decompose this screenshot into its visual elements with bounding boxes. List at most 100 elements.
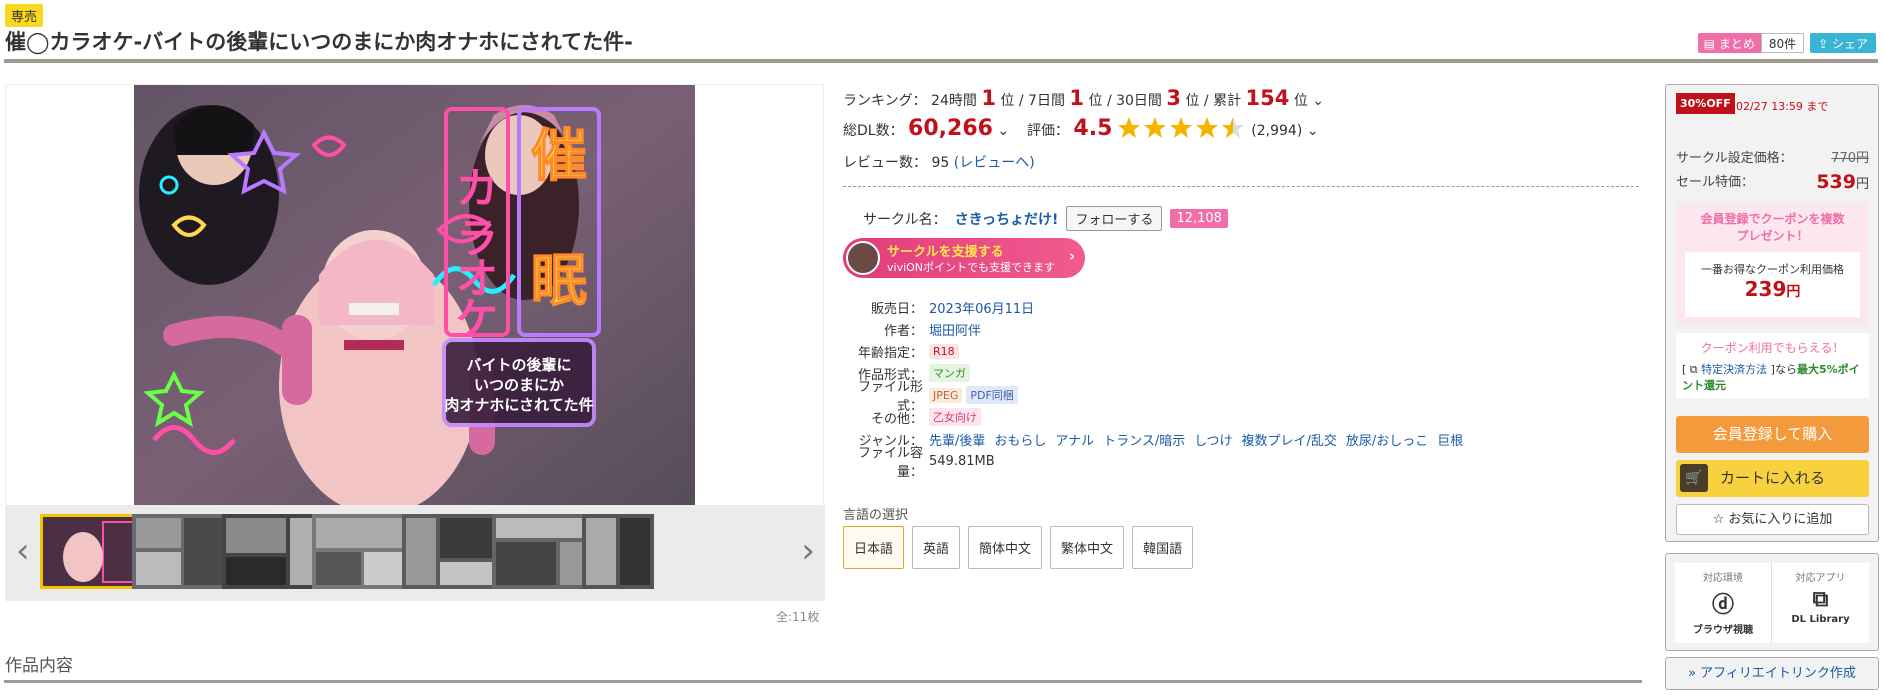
purchase-box: 30%OFF 02/27 13:59 まで サークル設定価格： 770円 セール… bbox=[1665, 84, 1879, 542]
ranking-row: ランキング： 24時間 1 位 / 7日間 1 位 / 30日間 3 位 / 累… bbox=[843, 86, 1325, 110]
discount-until: 02/27 13:59 まで bbox=[1736, 100, 1829, 113]
dl-library-icon: ⧉ bbox=[1812, 587, 1829, 612]
file-type-tag[interactable]: JPEG bbox=[929, 387, 963, 403]
thumbnail[interactable] bbox=[402, 514, 503, 589]
point-promo: クーポン利用でもらえる！ [ ⧉ 特定決済方法 ]なら最大5%ポイント還元 bbox=[1676, 333, 1869, 398]
thumbnail[interactable] bbox=[222, 514, 323, 589]
register-and-buy-button[interactable]: 会員登録して購入 bbox=[1676, 416, 1869, 453]
circle-row: サークル名： さきっちょだけ! フォローする 12,108 bbox=[863, 206, 1228, 231]
cart-icon: 🛒 bbox=[1680, 464, 1708, 492]
spec-row: 作者： 堀田阿伴 bbox=[843, 318, 1472, 340]
image-gallery: カ ラ オ ケ 催 眠 バイトの後輩に いつのまにか 肉オナホにされてた件 ‹ bbox=[5, 84, 825, 601]
header-tools: ▤ まとめ 80件 ⇪ シェア bbox=[1697, 33, 1876, 53]
supported-environment-box: 対応環境 ⓓ ブラウザ視聴 対応アプリ ⧉ DL Library bbox=[1665, 553, 1879, 651]
genre-link[interactable]: 巨根 bbox=[1437, 430, 1463, 449]
genre-link[interactable]: アナル bbox=[1055, 430, 1094, 449]
spec-row: その他： 乙女向け bbox=[843, 406, 1472, 428]
browser-viewer[interactable]: 対応環境 ⓓ ブラウザ視聴 bbox=[1675, 563, 1772, 643]
chevron-down-icon[interactable]: ⌄ bbox=[1312, 93, 1324, 109]
circle-name-link[interactable]: さきっちょだけ! bbox=[955, 209, 1059, 229]
rating-count: (2,994) bbox=[1251, 123, 1303, 139]
cover-kana-1: カ bbox=[456, 164, 498, 213]
age-tag[interactable]: R18 bbox=[929, 343, 959, 359]
chevron-down-icon[interactable]: ⌄ bbox=[1307, 123, 1319, 139]
language-option-ja[interactable]: 日本語 bbox=[843, 526, 905, 569]
rating-stars bbox=[1117, 117, 1244, 138]
rank-total: 154 bbox=[1245, 86, 1290, 110]
external-link-icon: ⧉ bbox=[1689, 363, 1702, 376]
rating-value: 4.5 bbox=[1073, 116, 1113, 141]
genre-link[interactable]: トランス/暗示 bbox=[1103, 430, 1185, 449]
spec-row: ファイル形式： JPEG PDF同梱 bbox=[843, 380, 1472, 414]
browser-viewer-icon: ⓓ bbox=[1711, 593, 1734, 618]
author-link[interactable]: 堀田阿伴 bbox=[929, 320, 981, 339]
genre-link[interactable]: おもらし bbox=[994, 430, 1046, 449]
chevron-right-icon[interactable]: › bbox=[801, 531, 815, 571]
genre-link[interactable]: 先輩/後輩 bbox=[929, 430, 985, 449]
dashed-divider bbox=[843, 186, 1639, 187]
spec-row: 作品形式： マンガ bbox=[843, 362, 1472, 384]
spec-row: 販売日： 2023年06月11日 bbox=[843, 296, 1472, 318]
spec-row: ジャンル： 先輩/後輩 おもらし アナル トランス/暗示 しつけ 複数プレイ/乱… bbox=[843, 428, 1472, 450]
sale-price: 539 bbox=[1816, 171, 1856, 193]
payment-method-link[interactable]: 特定決済方法 bbox=[1701, 363, 1767, 376]
thumbnail[interactable] bbox=[312, 514, 413, 589]
rank-24h: 1 bbox=[981, 86, 996, 110]
follow-button[interactable]: フォローする bbox=[1066, 206, 1163, 231]
language-option-en[interactable]: 英語 bbox=[912, 526, 961, 569]
section-title: 作品内容 bbox=[5, 656, 73, 676]
star-icon: ☆ bbox=[1712, 512, 1729, 527]
review-link[interactable]: (レビューへ) bbox=[954, 155, 1035, 171]
page-title: 催◯カラオケ-バイトの後輩にいつのまにか肉オナホにされてた件- bbox=[5, 30, 633, 54]
chevron-left-icon[interactable]: ‹ bbox=[16, 531, 30, 571]
list-price: 770円 bbox=[1831, 151, 1869, 166]
matome-button[interactable]: ▤ まとめ 80件 bbox=[1697, 33, 1805, 53]
affiliate-link-button[interactable]: » アフィリエイトリンク作成 bbox=[1665, 657, 1879, 690]
support-circle-banner[interactable]: サークルを支援する viviONポイントでも支援できます › bbox=[843, 238, 1085, 278]
sale-price-row: セール特価： 539円 bbox=[1676, 171, 1869, 193]
matome-label: ▤ まとめ bbox=[1697, 33, 1761, 53]
language-title: 言語の選択 bbox=[843, 508, 909, 523]
genre-link[interactable]: 放尿/おしっこ bbox=[1346, 430, 1428, 449]
spec-row: ファイル容量： 549.81MB bbox=[857, 446, 995, 480]
thumbnail-strip: ‹ › bbox=[6, 505, 825, 600]
genre-link[interactable]: 複数プレイ/乱交 bbox=[1242, 430, 1337, 449]
image-count: 全:11枚 bbox=[776, 610, 820, 624]
svg-text:いつのまにか: いつのまにか bbox=[474, 376, 564, 394]
thumbnail[interactable] bbox=[40, 514, 141, 589]
format-tag[interactable]: マンガ bbox=[929, 364, 970, 382]
add-to-favorites-button[interactable]: ☆ お気に入りに追加 bbox=[1676, 504, 1869, 535]
cover-illustration: カ ラ オ ケ 催 眠 バイトの後輩に いつのまにか 肉オナホにされてた件 bbox=[134, 85, 695, 505]
dl-library-app[interactable]: 対応アプリ ⧉ DL Library bbox=[1772, 563, 1869, 643]
other-tag[interactable]: 乙女向け bbox=[929, 408, 981, 426]
coupon-price: 239 bbox=[1744, 277, 1787, 301]
svg-text:眠: 眠 bbox=[531, 249, 587, 314]
review-row: レビュー数： 95 (レビューへ) bbox=[843, 155, 1035, 171]
thumbnail[interactable] bbox=[582, 514, 654, 589]
release-date-link[interactable]: 2023年06月11日 bbox=[929, 298, 1034, 317]
discount-badge: 30%OFF bbox=[1676, 93, 1735, 114]
svg-text:ケ: ケ bbox=[456, 294, 498, 343]
add-to-cart-button[interactable]: 🛒 カートに入れる bbox=[1676, 460, 1869, 497]
file-type-tag[interactable]: PDF同梱 bbox=[966, 386, 1018, 404]
file-size: 549.81MB bbox=[929, 453, 995, 469]
thumbnail[interactable] bbox=[132, 514, 233, 589]
language-selector: 日本語 英語 簡体中文 繁体中文 韓国語 bbox=[843, 526, 1194, 569]
svg-text:肉オナホにされてた件: 肉オナホにされてた件 bbox=[444, 396, 593, 414]
chevron-down-icon[interactable]: ⌄ bbox=[997, 123, 1009, 139]
main-cover-image[interactable]: カ ラ オ ケ 催 眠 バイトの後輩に いつのまにか 肉オナホにされてた件 bbox=[134, 85, 695, 505]
thumbnail[interactable] bbox=[492, 514, 593, 589]
genre-link[interactable]: しつけ bbox=[1194, 430, 1232, 449]
dl-rating-row: 総DL数： 60,266 ⌄ 評価： 4.5 (2,994) ⌄ bbox=[843, 116, 1319, 141]
list-price-row: サークル設定価格： 770円 bbox=[1676, 147, 1869, 166]
coupon-promo[interactable]: 会員登録でクーポンを複数 プレゼント！ 一番お得なクーポン利用価格 239円 bbox=[1676, 202, 1869, 326]
avatar bbox=[846, 241, 880, 275]
language-option-zh-hant[interactable]: 繁体中文 bbox=[1050, 526, 1125, 569]
language-option-zh-hans[interactable]: 簡体中文 bbox=[968, 526, 1043, 569]
section-divider bbox=[4, 680, 1642, 683]
exclusive-badge: 専売 bbox=[5, 4, 44, 27]
chevron-right-icon: › bbox=[1068, 247, 1075, 265]
share-button[interactable]: ⇪ シェア bbox=[1810, 33, 1876, 53]
spec-table: 販売日： 2023年06月11日 作者： 堀田阿伴 年齢指定： R18 作品形式… bbox=[843, 296, 1472, 481]
language-option-ko[interactable]: 韓国語 bbox=[1132, 526, 1194, 569]
